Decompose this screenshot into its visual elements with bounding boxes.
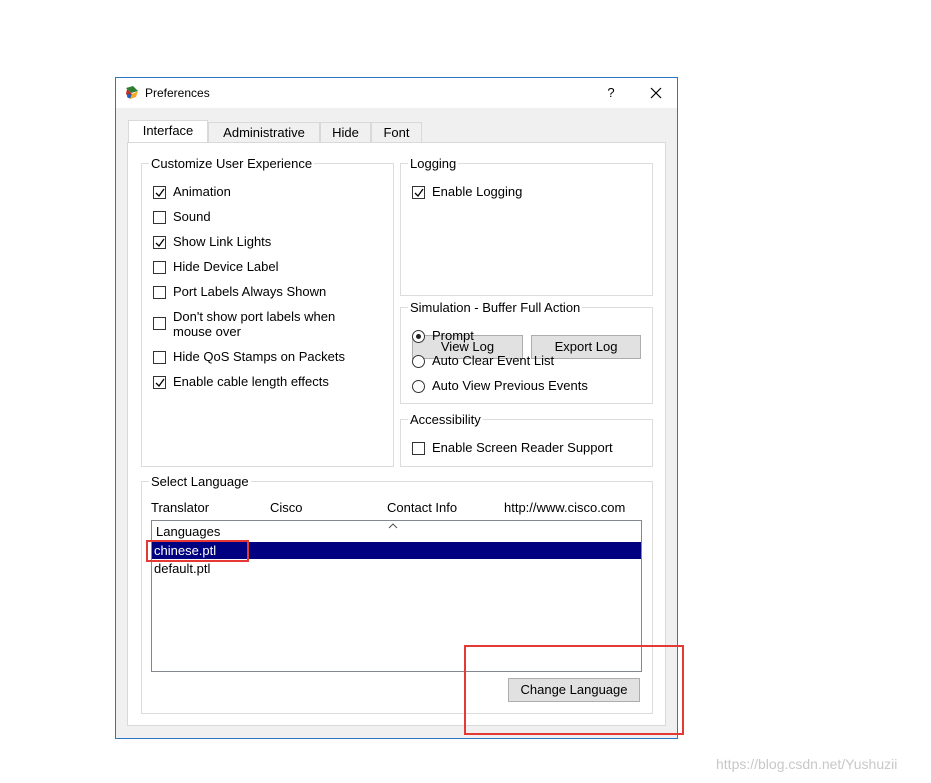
checkbox-box[interactable] <box>153 351 166 364</box>
checkbox-label: Port Labels Always Shown <box>173 284 327 299</box>
list-item-label: default.ptl <box>154 561 211 576</box>
tab-font[interactable]: Font <box>371 122 422 142</box>
close-icon <box>650 87 662 99</box>
checkbox-box[interactable] <box>153 186 166 199</box>
packet-tracer-icon <box>124 85 140 101</box>
radio-button[interactable] <box>412 355 425 368</box>
checkbox-box[interactable] <box>412 442 425 455</box>
highlight-box-change-language <box>464 645 684 735</box>
radio-button[interactable] <box>412 380 425 393</box>
checkbox-label: Enable Logging <box>432 184 523 199</box>
close-button[interactable] <box>644 82 668 104</box>
simulation-group-title: Simulation - Buffer Full Action <box>408 300 583 315</box>
title-bar: Preferences ? <box>116 78 677 108</box>
translator-label: Translator <box>151 500 210 515</box>
checkbox-label: Hide Device Label <box>173 259 279 274</box>
contact-info-value: http://www.cisco.com <box>504 500 626 515</box>
sort-arrow-icon <box>388 517 398 532</box>
checkbox-label: Enable cable length effects <box>173 374 329 389</box>
checkbox-box[interactable] <box>153 211 166 224</box>
help-button[interactable]: ? <box>601 84 621 102</box>
checkbox-box[interactable] <box>412 186 425 199</box>
logging-group <box>400 163 653 296</box>
checkbox-label-line2: mouse over <box>173 324 241 339</box>
checkbox-box[interactable] <box>153 236 166 249</box>
checkbox-box[interactable] <box>153 317 166 330</box>
checkbox-label: Hide QoS Stamps on Packets <box>173 349 345 364</box>
select-language-title: Select Language <box>149 474 251 489</box>
accessibility-group-title: Accessibility <box>408 412 483 427</box>
radio-button[interactable] <box>412 330 425 343</box>
list-item[interactable]: default.ptl <box>152 560 641 577</box>
tab-hide[interactable]: Hide <box>320 122 371 142</box>
tab-interface[interactable]: Interface <box>128 120 208 143</box>
checkbox-label: Show Link Lights <box>173 234 272 249</box>
radio-label: Auto View Previous Events <box>432 378 588 393</box>
checkbox-box[interactable] <box>153 286 166 299</box>
checkbox-label: Enable Screen Reader Support <box>432 440 613 455</box>
checkbox-label: Don't show port labels when <box>173 309 336 324</box>
window-title: Preferences <box>145 86 210 100</box>
languages-column-header[interactable]: Languages <box>156 524 220 539</box>
contact-info-label: Contact Info <box>387 500 458 515</box>
radio-label: Auto Clear Event List <box>432 353 555 368</box>
checkbox-box[interactable] <box>153 261 166 274</box>
tab-administrative[interactable]: Administrative <box>208 122 320 142</box>
highlight-box-selected-language <box>146 540 249 562</box>
customize-group-title: Customize User Experience <box>149 156 315 171</box>
checkbox-label: Sound <box>173 209 211 224</box>
radio-label: Prompt <box>432 328 474 343</box>
translator-value: Cisco <box>270 500 303 515</box>
checkbox-label: Animation <box>173 184 231 199</box>
checkbox-box[interactable] <box>153 376 166 389</box>
preferences-dialog: Preferences ? Interface Administrative H… <box>115 77 678 739</box>
logging-group-title: Logging <box>408 156 459 171</box>
watermark-text: https://blog.csdn.net/Yushuzii <box>716 756 898 772</box>
